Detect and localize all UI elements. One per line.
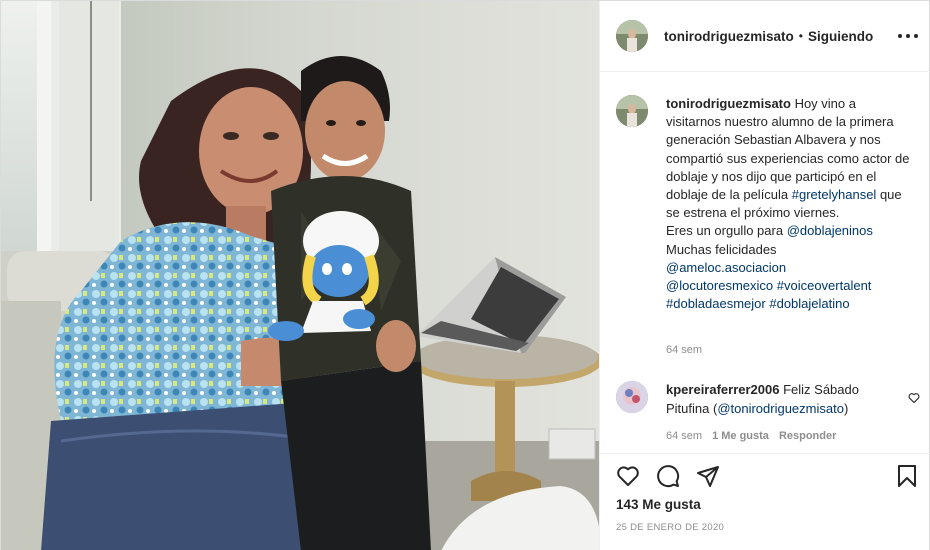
caption: tonirodriguezmisato Hoy vino a visitarno… [616,95,916,313]
action-icons [616,464,720,488]
hashtag-link[interactable]: #voiceovertalent [777,278,872,293]
avatar-image [616,20,648,52]
post-photo-image [1,1,599,550]
post-actions: 143 Me gusta 25 DE ENERO DE 2020 [600,453,930,550]
comment-bubble-icon[interactable] [656,464,680,488]
mention-link[interactable]: @ameloc.asociacion [666,260,786,275]
comment-likes[interactable]: 1 Me gusta [712,430,769,442]
instagram-post: tonirodriguezmisato • Siguiendo tonirodr… [0,0,930,550]
avatar-image [616,95,648,127]
commenter-avatar[interactable] [616,381,648,413]
hashtag-link[interactable]: #gretelyhansel [792,187,877,202]
author-username[interactable]: tonirodriguezmisato [664,29,794,44]
comment-item: kpereiraferrer2006 Feliz Sábado Pitufina… [616,381,920,418]
post-photo[interactable] [1,1,599,550]
post-date[interactable]: 25 DE ENERO DE 2020 [616,522,724,533]
author-avatar[interactable] [616,20,648,52]
likes-count[interactable]: 143 Me gusta [616,497,701,512]
caption-timestamp[interactable]: 64 sem [666,344,702,356]
comment-text: kpereiraferrer2006 Feliz Sábado Pitufina… [666,381,886,418]
commenter-username[interactable]: kpereiraferrer2006 [666,382,779,397]
more-horizontal-icon[interactable] [898,25,918,47]
paper-plane-icon[interactable] [696,464,720,488]
comment-like-heart-icon[interactable] [908,391,920,407]
avatar-image [616,381,648,413]
hashtag-link[interactable]: #dobladaesmejor [666,296,766,311]
caption-text-part: Muchas felicidades [666,241,777,257]
heart-outline-icon[interactable] [616,464,640,488]
mention-link[interactable]: @locutoresmexico [666,278,773,293]
mention-link[interactable]: @doblajeninos [787,223,873,238]
caption-avatar[interactable] [616,95,648,127]
mention-link[interactable]: @tonirodriguezmisato [717,401,844,416]
header-separator: • [798,29,803,43]
following-button[interactable]: Siguiendo [808,29,873,44]
comment-timestamp[interactable]: 64 sem [666,430,702,442]
bookmark-icon[interactable] [895,464,919,488]
comment-meta: 64 sem 1 Me gusta Responder [666,430,836,442]
comments-section: tonirodriguezmisato Hoy vino a visitarno… [600,72,930,454]
hashtag-link[interactable]: #doblajelatino [769,296,849,311]
comment-body-end: ) [843,400,849,416]
post-side-panel: tonirodriguezmisato • Siguiendo tonirodr… [599,1,930,550]
heart-outline-icon [908,393,920,404]
caption-text: tonirodriguezmisato Hoy vino a visitarno… [666,95,914,313]
post-header: tonirodriguezmisato • Siguiendo [600,1,930,72]
reply-button[interactable]: Responder [779,430,836,442]
caption-username[interactable]: tonirodriguezmisato [666,96,791,111]
